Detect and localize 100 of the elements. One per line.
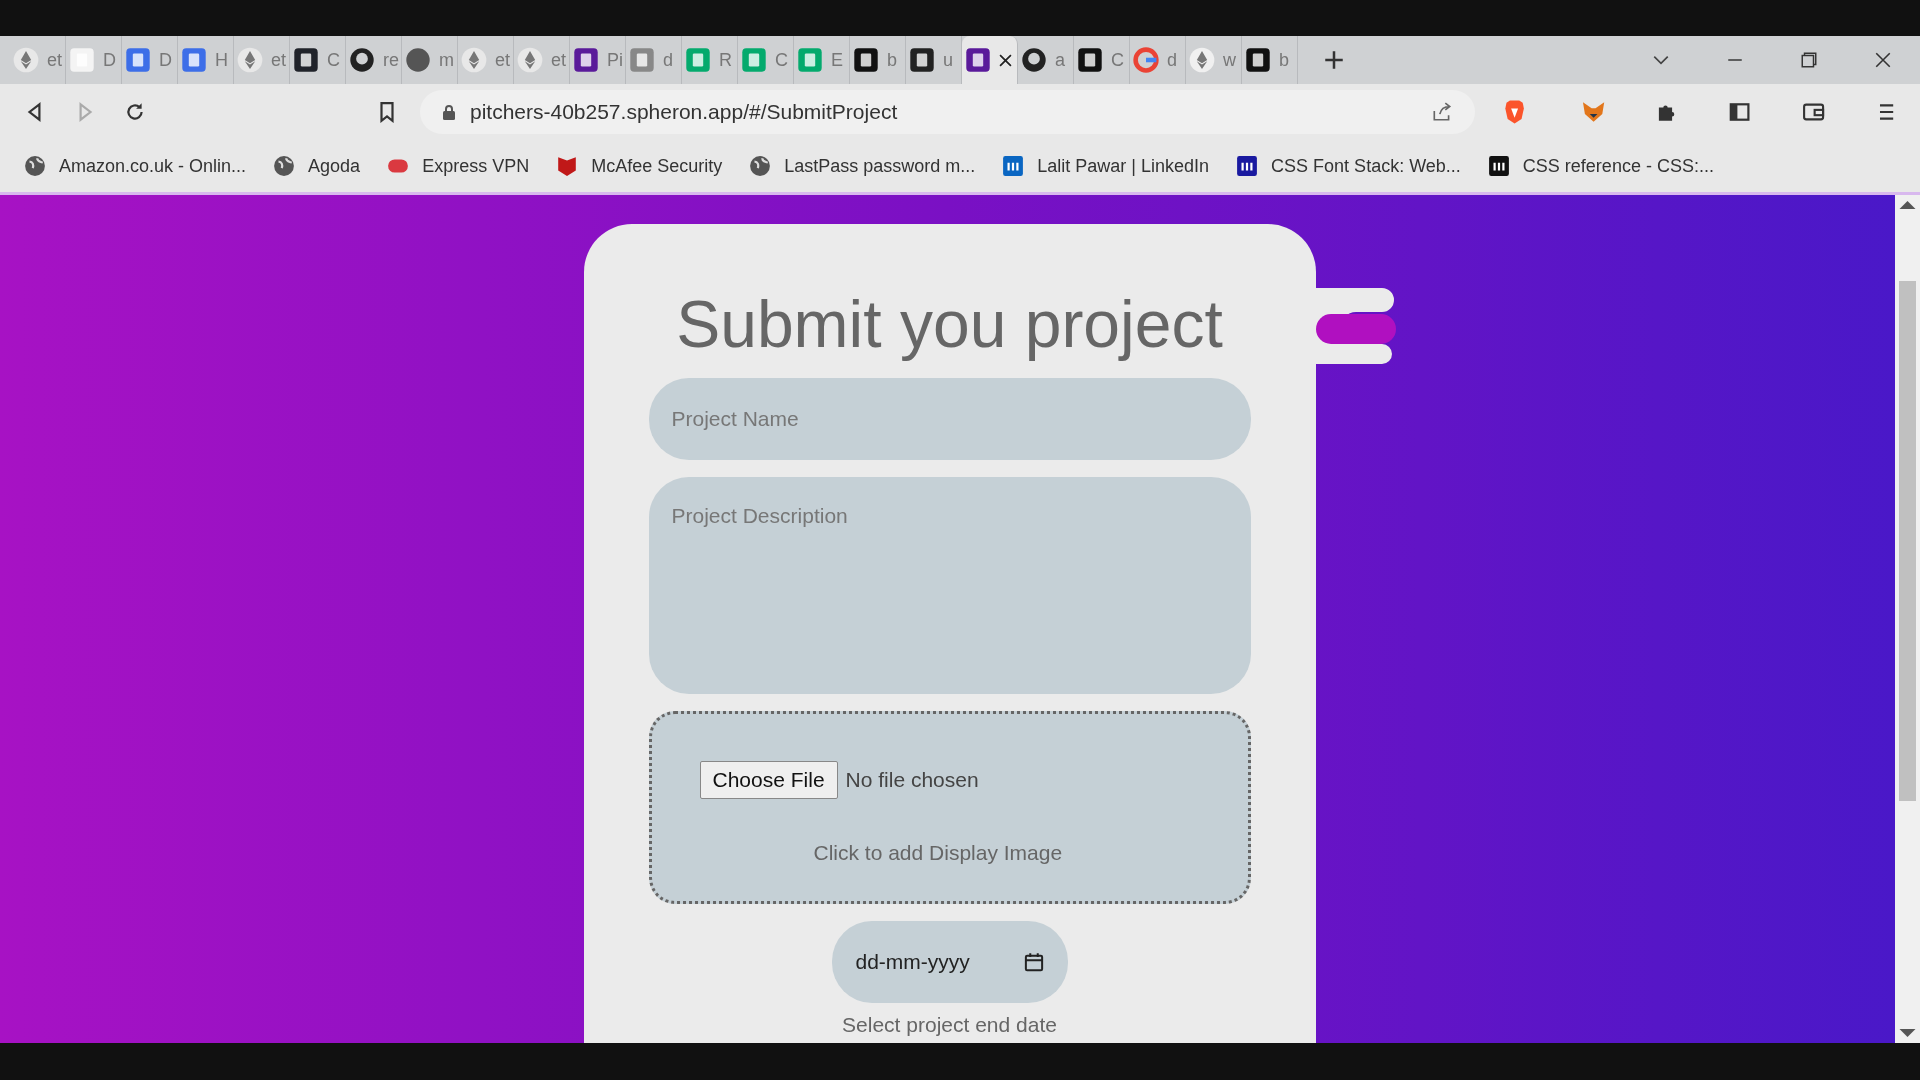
calendar-icon[interactable] — [1023, 952, 1044, 972]
bookmark-favicon-icon — [1487, 155, 1510, 177]
address-bar[interactable]: pitchers-40b257.spheron.app/#/SubmitProject — [419, 90, 1475, 134]
tab-title: et — [47, 49, 62, 71]
bookmark-item[interactable]: CSS reference - CSS:... — [1487, 155, 1714, 177]
tab-favicon-icon — [1245, 47, 1271, 73]
bookmark-item[interactable]: Amazon.co.uk - Onlin... — [24, 155, 247, 177]
browser-tab[interactable]: C — [738, 36, 794, 84]
tab-title: C — [327, 49, 340, 71]
bookmark-item[interactable]: Express VPN — [387, 155, 530, 177]
tab-title: et — [271, 49, 286, 71]
tab-title: b — [1279, 49, 1289, 71]
tab-favicon-icon — [685, 47, 711, 73]
tab-title: D — [159, 49, 172, 71]
tab-title: C — [775, 49, 788, 71]
tab-title: m — [439, 49, 454, 71]
tab-favicon-icon — [237, 47, 263, 73]
form-title: Submit you project — [676, 286, 1223, 362]
google-icon — [1133, 47, 1159, 73]
tab-title: re — [383, 49, 399, 71]
tab-title: H — [215, 49, 228, 71]
browser-tab[interactable]: b — [1242, 36, 1298, 84]
browser-tab[interactable]: d — [626, 36, 682, 84]
github-icon — [1021, 47, 1047, 73]
browser-tab[interactable]: w — [1186, 36, 1242, 84]
globe-icon — [24, 155, 46, 177]
date-hint: Select project end date — [842, 1013, 1057, 1037]
scrollbar[interactable] — [1895, 195, 1920, 1043]
image-drop-zone[interactable]: Choose File No file chosen Click to add Display Image — [648, 711, 1251, 904]
image-hint: Click to add Display Image — [813, 841, 1064, 865]
github-icon — [349, 47, 375, 73]
browser-tab[interactable]: E — [794, 36, 850, 84]
tab-favicon-icon — [13, 47, 39, 73]
browser-tab[interactable]: H — [178, 36, 234, 84]
bookmark-item[interactable]: Agoda — [273, 155, 361, 177]
browser-tab[interactable]: et — [10, 36, 66, 84]
tab-title: a — [1055, 49, 1065, 71]
bookmark-favicon-icon — [556, 155, 579, 177]
globe-icon — [405, 47, 431, 73]
scroll-thumb[interactable] — [1899, 281, 1916, 801]
bookmark-item[interactable]: Lalit Pawar | LinkedIn — [1002, 155, 1210, 177]
browser-tab[interactable]: D — [122, 36, 178, 84]
tab-title: et — [495, 49, 510, 71]
project-description-field[interactable]: Project Description — [648, 477, 1251, 694]
tab-title: d — [1167, 49, 1177, 71]
tab-title: Pi — [607, 49, 623, 71]
tab-favicon-icon — [181, 47, 207, 73]
bookmark-item[interactable]: LastPass password m... — [749, 155, 976, 177]
tab-favicon-icon — [69, 47, 95, 73]
bookmark-favicon-icon — [1002, 155, 1025, 177]
browser-tab[interactable]: Pi — [570, 36, 626, 84]
wallet-icon[interactable] — [1801, 101, 1825, 123]
tab-favicon-icon — [573, 47, 599, 73]
tab-favicon-icon — [965, 47, 991, 73]
close-icon[interactable] — [999, 53, 1012, 67]
date-field[interactable]: dd-mm-yyyy — [831, 921, 1068, 1003]
lion-icon[interactable] — [1502, 99, 1526, 125]
tab-title: E — [831, 49, 843, 71]
fox-icon[interactable] — [1582, 101, 1606, 123]
tab-favicon-icon — [293, 47, 319, 73]
tab-title: w — [1223, 49, 1236, 71]
tab-favicon-icon — [125, 47, 151, 73]
new-tab-icon[interactable] — [1324, 50, 1344, 70]
reload-icon[interactable] — [124, 101, 146, 123]
bookmark-item[interactable]: McAfee Security — [556, 155, 723, 177]
browser-tab[interactable]: b — [850, 36, 906, 84]
browser-tab[interactable] — [962, 36, 1018, 84]
browser-tab[interactable]: C — [1074, 36, 1130, 84]
lock-icon — [441, 104, 456, 120]
project-name-field[interactable]: Project Name — [648, 378, 1251, 460]
tab-title: et — [551, 49, 566, 71]
tab-favicon-icon — [461, 47, 487, 73]
sidebar-icon[interactable] — [1728, 101, 1752, 123]
tab-favicon-icon — [1077, 47, 1103, 73]
browser-tab[interactable]: et — [514, 36, 570, 84]
share-icon[interactable] — [1430, 101, 1453, 123]
bookmark-item[interactable]: CSS Font Stack: Web... — [1236, 155, 1461, 177]
tab-favicon-icon — [909, 47, 935, 73]
tab-favicon-icon — [797, 47, 823, 73]
close-icon[interactable] — [1874, 51, 1892, 69]
browser-tab[interactable]: R — [682, 36, 738, 84]
tab-title: d — [663, 49, 673, 71]
tab-favicon-icon — [1189, 47, 1215, 73]
bookmark-favicon-icon — [1236, 155, 1259, 177]
tab-title: D — [103, 49, 116, 71]
tab-title: u — [943, 49, 953, 71]
globe-icon — [749, 155, 772, 177]
browser-tab[interactable]: D — [66, 36, 122, 84]
tab-favicon-icon — [853, 47, 879, 73]
browser-tab[interactable]: et — [234, 36, 290, 84]
tab-title: b — [887, 49, 897, 71]
globe-icon — [273, 155, 296, 177]
file-status: No file chosen — [845, 768, 979, 792]
tab-title: R — [719, 49, 732, 71]
tab-favicon-icon — [741, 47, 767, 73]
browser-tab[interactable]: C — [290, 36, 346, 84]
restore-icon[interactable] — [1800, 51, 1818, 69]
tab-favicon-icon — [517, 47, 543, 73]
browser-tab[interactable]: et — [458, 36, 514, 84]
choose-file-button[interactable]: Choose File — [699, 761, 838, 799]
